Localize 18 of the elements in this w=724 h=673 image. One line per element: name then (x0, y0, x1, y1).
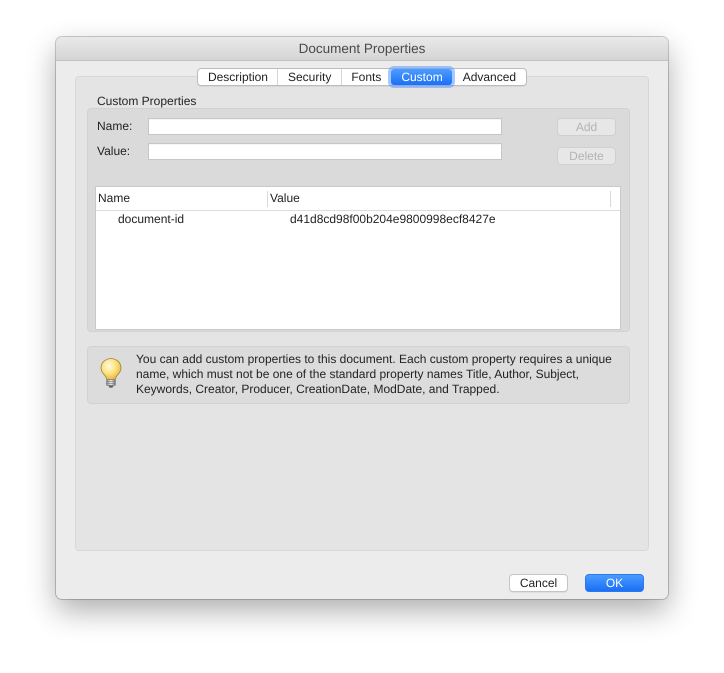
lightbulb-icon (100, 358, 122, 388)
field-label: Value: (97, 144, 132, 159)
cancel-button[interactable]: Cancel (509, 574, 568, 592)
input-field[interactable] (148, 118, 502, 135)
tab[interactable]: Advanced (452, 69, 526, 85)
tab[interactable]: Security (277, 69, 341, 85)
column-header[interactable]: Name (98, 191, 130, 206)
column-header[interactable]: Value (270, 191, 300, 206)
table-cell: d41d8cd98f00b204e9800998ecf8427e (290, 212, 496, 227)
window-title: Document Properties (298, 40, 426, 56)
input-field[interactable] (148, 143, 502, 160)
tab[interactable]: Description (198, 69, 278, 85)
ok-button[interactable]: OK (585, 574, 644, 592)
info-text: You can add custom properties to this document. Each custom property requires a unique name, which must not be one of the standard property names Title, Author, Subject, Keywords, Creator, Producer, CreationDate, ModDate, and Trapped. (136, 352, 613, 397)
tab[interactable]: Custom (390, 69, 452, 85)
table-cell: document-id (118, 212, 184, 227)
field-label: Name: (97, 119, 134, 134)
section-title: Custom Properties (97, 94, 196, 108)
